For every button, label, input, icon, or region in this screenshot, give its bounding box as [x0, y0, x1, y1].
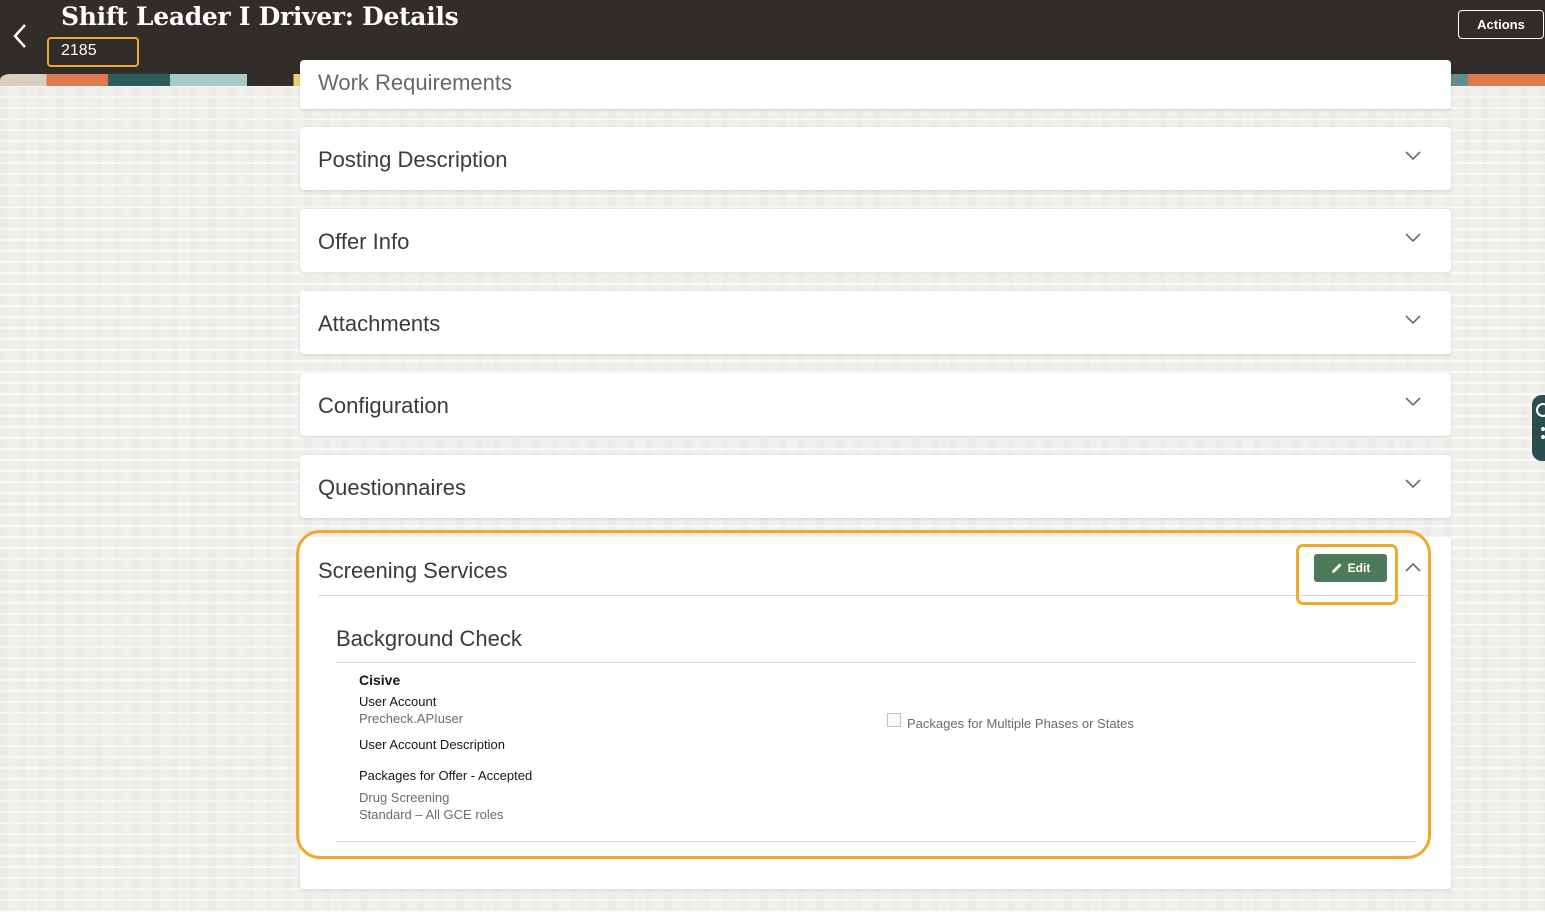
dot-icon: [1541, 427, 1545, 431]
section-divider: [318, 595, 1432, 596]
help-side-tab[interactable]: [1532, 395, 1545, 461]
chevron-down-icon[interactable]: [1405, 151, 1421, 161]
offer-info-card[interactable]: Offer Info: [300, 209, 1451, 272]
back-button[interactable]: [6, 20, 34, 52]
requisition-id: 2185: [47, 37, 139, 67]
work-requirements-title: Work Requirements: [318, 70, 512, 95]
background-check-title: Background Check: [336, 626, 522, 651]
actions-button[interactable]: Actions: [1458, 10, 1544, 39]
offer-info-title: Offer Info: [318, 229, 410, 254]
page-title: Shift Leader I Driver: Details: [61, 2, 459, 31]
posting-description-card[interactable]: Posting Description: [300, 127, 1451, 190]
user-account-value: Precheck.APIuser: [359, 711, 464, 726]
work-requirements-card[interactable]: Work Requirements: [300, 60, 1451, 109]
bottom-divider: [336, 841, 1416, 842]
dot-icon: [1541, 435, 1545, 439]
user-account-description-label: User Account Description: [359, 737, 505, 752]
chevron-down-icon[interactable]: [1405, 397, 1421, 407]
status-strip: [0, 904, 1545, 912]
attachments-title: Attachments: [318, 311, 441, 336]
configuration-title: Configuration: [318, 393, 449, 418]
edit-label: Edit: [1347, 561, 1371, 575]
posting-description-title: Posting Description: [318, 147, 508, 172]
configuration-card[interactable]: Configuration: [300, 373, 1451, 436]
screening-services-card: Screening Services: [300, 537, 1451, 889]
chevron-down-icon[interactable]: [1405, 479, 1421, 489]
chevron-down-icon[interactable]: [1405, 315, 1421, 325]
package-item: Standard – All GCE roles: [359, 807, 504, 822]
questionnaires-title: Questionnaires: [318, 475, 466, 500]
user-account-label: User Account: [359, 694, 437, 709]
multi-phase-label: Packages for Multiple Phases or States: [907, 716, 1134, 731]
help-icon: [1536, 403, 1545, 417]
edit-button[interactable]: Edit: [1314, 554, 1387, 582]
multi-phase-checkbox[interactable]: [887, 713, 901, 727]
chevron-up-icon[interactable]: [1405, 562, 1421, 572]
attachments-card[interactable]: Attachments: [300, 291, 1451, 354]
provider-name: Cisive: [359, 672, 401, 688]
questionnaires-card[interactable]: Questionnaires: [300, 455, 1451, 518]
pencil-icon: [1331, 563, 1342, 573]
screening-services-title: Screening Services: [318, 558, 508, 583]
subsection-divider: [336, 662, 1416, 663]
chevron-down-icon[interactable]: [1405, 233, 1421, 243]
package-item: Drug Screening: [359, 790, 450, 805]
packages-offer-label: Packages for Offer - Accepted: [359, 768, 533, 783]
chevron-left-icon: [13, 24, 26, 48]
